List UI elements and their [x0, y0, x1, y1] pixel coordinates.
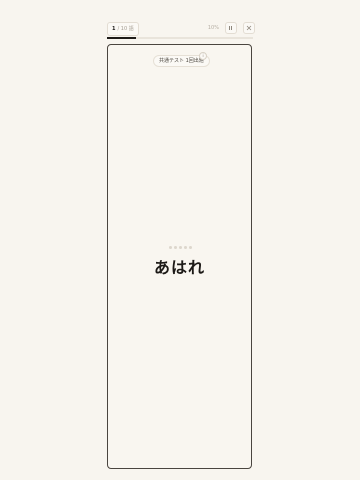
- info-icon[interactable]: i: [199, 52, 207, 60]
- progress-bar: [107, 37, 253, 39]
- rating-dot: [184, 246, 187, 249]
- rating-dot: [174, 246, 177, 249]
- rating-dot: [169, 246, 172, 249]
- progress-bar-fill: [107, 37, 137, 39]
- list-icon: [229, 26, 232, 30]
- rating-dot: [179, 246, 182, 249]
- flashcard[interactable]: 共通テスト 1回出題 i あはれ: [107, 44, 252, 469]
- rating-dot: [189, 246, 192, 249]
- current-index: 1: [112, 26, 116, 32]
- total-count: / 10 語: [117, 26, 134, 32]
- close-button[interactable]: [243, 22, 255, 34]
- toolbar-right: 10%: [208, 22, 255, 34]
- close-icon: [246, 25, 252, 31]
- flashcard-word: あはれ: [153, 258, 205, 277]
- rating-dots: [169, 246, 192, 249]
- word-counter: 1 / 10 語: [107, 22, 139, 36]
- top-bar: 1 / 10 語 10%: [107, 22, 255, 36]
- progress-percent: 10%: [207, 25, 219, 31]
- list-button[interactable]: [225, 22, 237, 34]
